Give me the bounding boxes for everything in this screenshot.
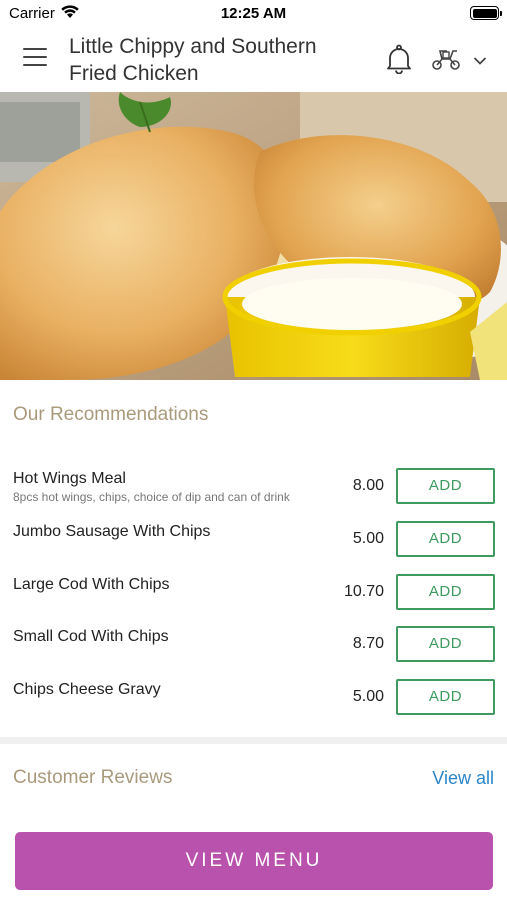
item-description: 8pcs hot wings, chips, choice of dip and… [13,490,290,504]
add-button[interactable]: ADD [396,626,495,662]
item-name: Hot Wings Meal [13,470,126,487]
page-title: Little Chippy and Southern Fried Chicken [69,35,317,85]
section-divider [0,737,507,744]
view-all-link[interactable]: View all [432,768,494,789]
list-item: Hot Wings Meal 8pcs hot wings, chips, ch… [0,468,507,520]
view-menu-button[interactable]: VIEW MENU [15,832,493,890]
add-button[interactable]: ADD [396,679,495,715]
list-item: Jumbo Sausage With Chips 5.00 ADD [0,521,507,573]
item-name: Large Cod With Chips [13,576,170,593]
item-price: 10.70 [343,583,384,600]
item-price: 8.70 [352,635,384,652]
bell-icon[interactable] [385,44,413,79]
list-item: Chips Cheese Gravy 5.00 ADD [0,679,507,731]
recommendations-title: Our Recommendations [13,404,209,425]
item-name: Jumbo Sausage With Chips [13,523,211,540]
item-price: 5.00 [352,688,384,705]
item-name: Chips Cheese Gravy [13,681,161,698]
status-bar: Carrier 12:25 AM [0,0,507,26]
add-button[interactable]: ADD [396,521,495,557]
add-button[interactable]: ADD [396,468,495,504]
list-item: Small Cod With Chips 8.70 ADD [0,626,507,678]
clock: 12:25 AM [220,5,287,22]
chevron-down-icon[interactable] [473,53,487,71]
hero-image [0,92,507,380]
battery-icon [470,6,502,20]
item-price: 8.00 [352,477,384,494]
item-name: Small Cod With Chips [13,628,169,645]
add-button[interactable]: ADD [396,574,495,610]
header: Little Chippy and Southern Fried Chicken [0,26,507,92]
scooter-icon[interactable] [431,47,461,76]
reviews-title: Customer Reviews [13,767,173,788]
item-price: 5.00 [352,530,384,547]
menu-icon[interactable] [23,48,47,68]
list-item: Large Cod With Chips 10.70 ADD [0,574,507,626]
